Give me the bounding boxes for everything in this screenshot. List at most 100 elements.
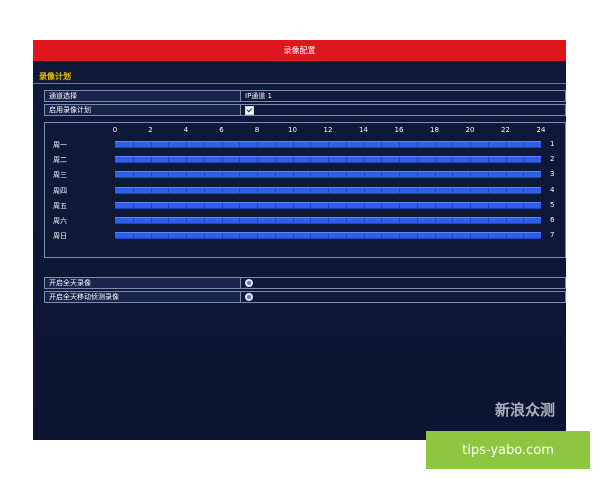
schedule-bar[interactable]: [115, 232, 541, 240]
bar-tick: [416, 218, 418, 223]
bar-tick: [416, 233, 418, 239]
bar-tick: [363, 157, 365, 163]
enable-schedule-row: 启用录像计划: [44, 104, 566, 116]
day-number: 7: [550, 231, 555, 240]
bar-tick: [274, 218, 276, 223]
hour-label: 6: [219, 126, 224, 134]
bar-tick: [257, 233, 258, 239]
bar-tick: [345, 172, 347, 178]
bar-tick: [505, 202, 507, 208]
bar-tick: [221, 218, 223, 223]
bar-tick: [168, 233, 170, 239]
bar-tick: [221, 187, 223, 193]
bar-tick: [186, 202, 187, 208]
bar-tick: [132, 172, 134, 178]
bar-tick: [399, 172, 400, 178]
day-label: 周四: [53, 186, 67, 195]
bar-tick: [523, 157, 525, 163]
all-day-record-label: 开启全天录像: [44, 277, 241, 289]
bar-tick: [292, 142, 294, 147]
bar-tick: [239, 157, 241, 163]
bar-tick: [274, 172, 276, 178]
window-title: 录像配置: [283, 46, 316, 55]
bar-tick: [239, 142, 241, 147]
channel-select-value[interactable]: IP通道 1: [241, 90, 566, 102]
schedule-bar[interactable]: [115, 171, 541, 179]
bar-tick: [416, 202, 418, 208]
section-title: 录像计划: [39, 72, 71, 81]
bar-tick: [328, 172, 329, 178]
schedule-bar[interactable]: [115, 201, 541, 209]
day-number: 6: [550, 216, 555, 224]
bar-tick: [452, 202, 454, 208]
bar-tick: [274, 157, 276, 163]
bar-tick: [239, 233, 241, 239]
bar-tick: [487, 233, 489, 239]
schedule-bar[interactable]: [115, 217, 541, 224]
bar-tick: [150, 157, 152, 163]
bar-tick: [257, 172, 258, 178]
bar-tick: [168, 172, 170, 178]
bar-tick: [345, 187, 347, 193]
bar-tick: [203, 157, 205, 163]
bar-tick: [310, 187, 312, 193]
bar-tick: [292, 218, 294, 223]
bar-tick: [203, 172, 205, 178]
day-label: 周五: [53, 201, 67, 210]
bar-tick: [310, 172, 312, 178]
bar-tick: [523, 233, 525, 239]
bar-tick: [399, 202, 400, 208]
watermark-text: 新浪众测: [495, 401, 556, 419]
bar-tick: [168, 142, 170, 147]
bar-tick: [523, 172, 525, 178]
bar-tick: [452, 187, 454, 193]
bar-tick: [310, 233, 312, 239]
bar-tick: [363, 202, 365, 208]
channel-select-label: 通道选择: [44, 90, 241, 102]
bar-tick: [257, 202, 258, 208]
bar-tick: [168, 187, 170, 193]
bar-tick: [292, 187, 294, 193]
bar-tick: [203, 187, 205, 193]
bar-tick: [257, 218, 258, 223]
bar-tick: [221, 233, 223, 239]
bar-tick: [274, 187, 276, 193]
bar-tick: [381, 187, 383, 193]
schedule-bar[interactable]: [115, 186, 541, 194]
bar-tick: [186, 187, 187, 193]
bar-tick: [132, 218, 134, 223]
bar-tick: [399, 218, 400, 223]
all-day-motion-toggle[interactable]: [245, 293, 253, 301]
bar-tick: [523, 218, 525, 223]
bar-tick: [381, 202, 383, 208]
bar-tick: [452, 157, 454, 163]
bar-tick: [186, 218, 187, 223]
bar-tick: [186, 233, 187, 239]
bar-tick: [310, 157, 312, 163]
bar-tick: [221, 142, 223, 147]
bar-tick: [434, 157, 436, 163]
bar-tick: [221, 157, 223, 163]
bar-tick: [203, 202, 205, 208]
hour-label: 22: [501, 126, 510, 134]
bar-tick: [186, 172, 187, 178]
url-text: tips-yabo.com: [462, 442, 554, 458]
bar-tick: [292, 233, 294, 239]
bar-tick: [221, 202, 223, 208]
sina-watermark: 新浪众测: [495, 402, 555, 418]
enable-schedule-checkbox[interactable]: [245, 106, 254, 115]
bar-tick: [487, 187, 489, 193]
bar-tick: [345, 218, 347, 223]
all-day-motion-row: 开启全天移动侦测录像: [44, 291, 566, 303]
bar-tick: [487, 218, 489, 223]
bar-tick: [274, 142, 276, 147]
bar-tick: [292, 202, 294, 208]
bar-tick: [328, 233, 329, 239]
schedule-bar[interactable]: [115, 141, 541, 148]
channel-select-row[interactable]: 通道选择 IP通道 1: [44, 90, 566, 102]
all-day-record-toggle[interactable]: [245, 279, 253, 287]
schedule-bar[interactable]: [115, 156, 541, 164]
bar-tick: [274, 202, 276, 208]
hour-label: 16: [394, 126, 404, 134]
bar-tick: [257, 187, 258, 193]
